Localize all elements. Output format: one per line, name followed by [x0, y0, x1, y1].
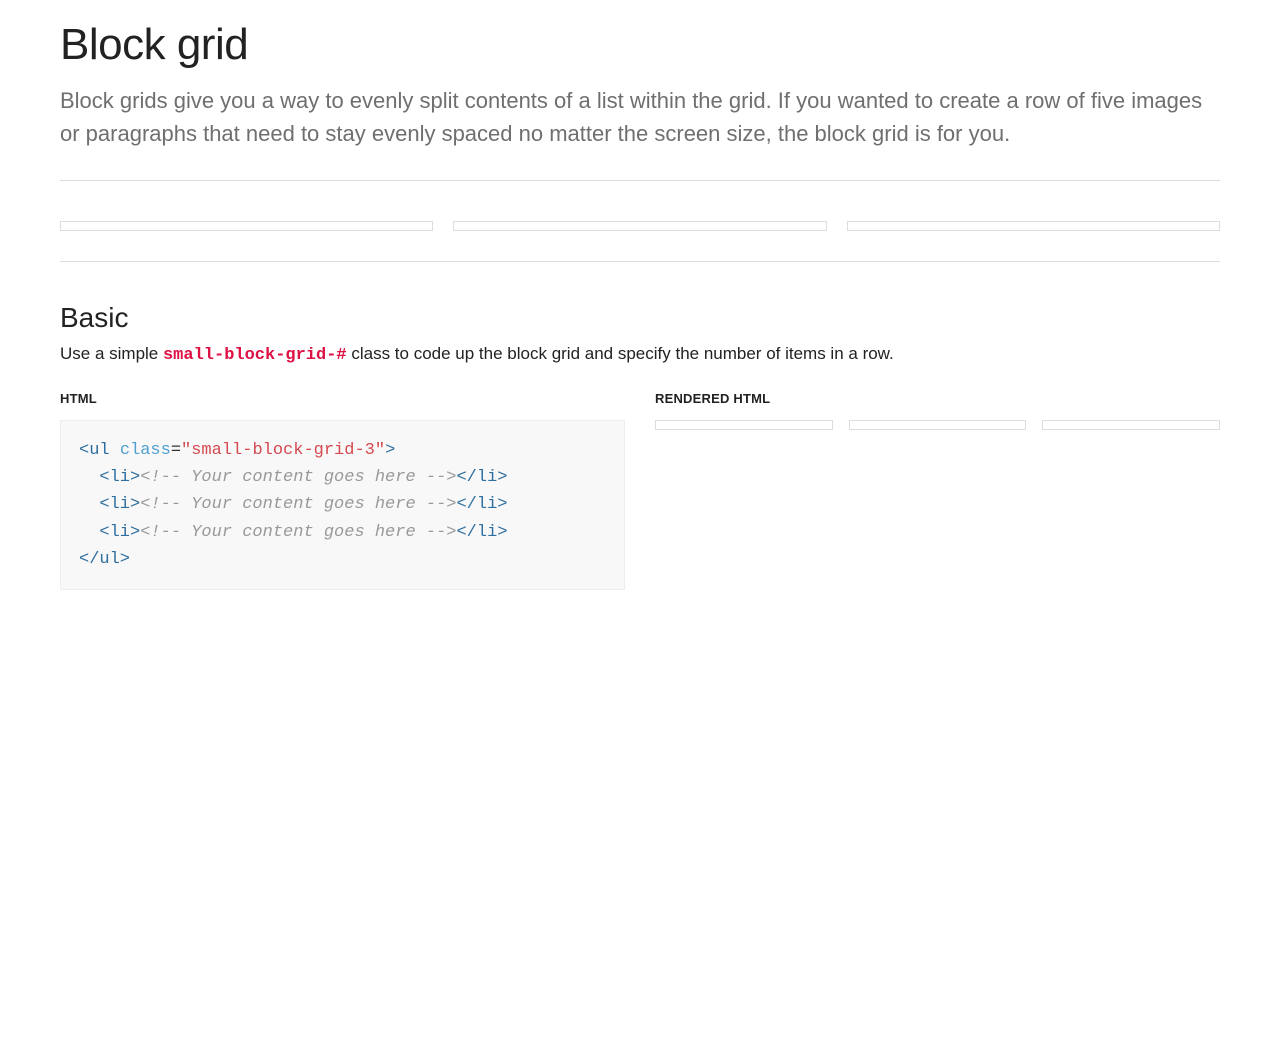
code-token: >: [385, 441, 395, 460]
thumbnail: [847, 221, 1220, 231]
thumbnail: [655, 420, 833, 430]
code-block: <ul class="small-block-grid-3"> <li><!--…: [60, 420, 625, 590]
code-token: =: [171, 441, 181, 460]
code-token: <!-- Your content goes here -->: [140, 468, 456, 487]
code-token: </ul>: [79, 550, 130, 569]
thumbnail: [453, 221, 826, 231]
code-token: "small-block-grid-3": [181, 441, 385, 460]
label-rendered: RENDERED HTML: [655, 391, 1220, 406]
page-lead: Block grids give you a way to evenly spl…: [60, 84, 1220, 150]
code-token: </li>: [456, 468, 507, 487]
code-token: <li>: [99, 468, 140, 487]
basic-text-after: class to code up the block grid and spec…: [347, 344, 894, 363]
block-grid-top: [60, 221, 1220, 231]
code-token: </li>: [456, 495, 507, 514]
basic-text-before: Use a simple: [60, 344, 163, 363]
basic-heading: Basic: [60, 302, 1220, 334]
code-token: </li>: [456, 523, 507, 542]
rendered-block-grid: [655, 420, 1220, 430]
block-grid-item: [60, 221, 433, 231]
block-grid-item: [1042, 420, 1220, 430]
block-grid-item: [849, 420, 1027, 430]
code-token: <ul: [79, 441, 120, 460]
page-title: Block grid: [60, 20, 1220, 70]
code-token: <!-- Your content goes here -->: [140, 495, 456, 514]
divider: [60, 261, 1220, 262]
block-grid-item: [655, 420, 833, 430]
col-html: HTML <ul class="small-block-grid-3"> <li…: [60, 391, 625, 590]
code-token: <li>: [99, 495, 140, 514]
divider: [60, 180, 1220, 181]
thumbnail: [60, 221, 433, 231]
thumbnail: [1042, 420, 1220, 430]
thumbnail: [849, 420, 1027, 430]
block-grid-item: [847, 221, 1220, 231]
label-html: HTML: [60, 391, 625, 406]
code-token: class: [120, 441, 171, 460]
inline-code: small-block-grid-#: [163, 346, 347, 365]
block-grid-item: [453, 221, 826, 231]
col-rendered: RENDERED HTML: [655, 391, 1220, 590]
basic-text: Use a simple small-block-grid-# class to…: [60, 344, 1220, 365]
code-token: <!-- Your content goes here -->: [140, 523, 456, 542]
code-token: <li>: [99, 523, 140, 542]
